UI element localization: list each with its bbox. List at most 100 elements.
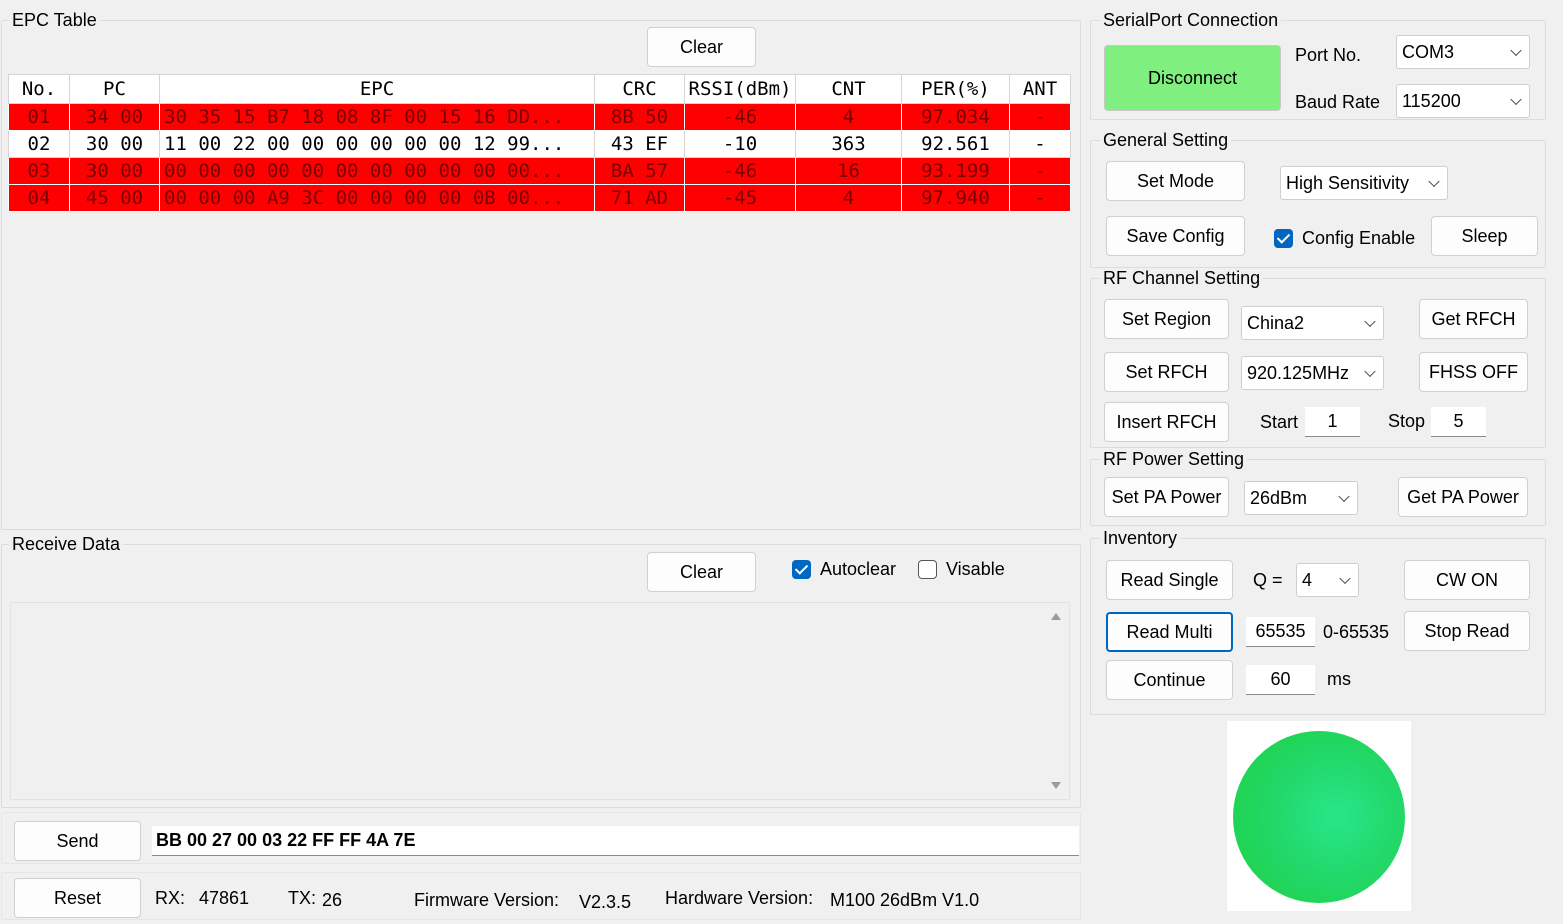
receive-scrollbar[interactable] — [1043, 603, 1069, 799]
pa-power-select[interactable]: 26dBm — [1244, 481, 1358, 515]
col-header-per[interactable]: PER(%) — [901, 74, 1010, 104]
baud-value: 115200 — [1402, 90, 1461, 111]
cell-per: 92.561 — [901, 130, 1010, 158]
cell-epc: 30 35 15 B7 18 08 8F 00 15 16 DD... — [159, 103, 595, 131]
cell-cnt: 4 — [795, 103, 902, 131]
continue-interval-input[interactable]: 60 — [1246, 665, 1315, 695]
cell-epc: 00 00 00 00 00 00 00 00 00 00 00... — [159, 157, 595, 185]
stop-read-button[interactable]: Stop Read — [1404, 611, 1530, 651]
col-header-ant[interactable]: ANT — [1009, 74, 1071, 104]
multi-count-input[interactable]: 65535 — [1246, 617, 1315, 647]
epc-clear-button[interactable]: Clear — [647, 27, 756, 67]
start-label: Start — [1260, 412, 1299, 432]
region-value: China2 — [1247, 312, 1305, 333]
set-pa-power-button[interactable]: Set PA Power — [1104, 477, 1229, 517]
cell-pc: 30 00 — [69, 130, 160, 158]
get-pa-power-button[interactable]: Get PA Power — [1398, 477, 1528, 517]
table-row[interactable]: 01 34 00 30 35 15 B7 18 08 8F 00 15 16 D… — [8, 103, 1071, 131]
cell-per: 93.199 — [901, 157, 1010, 185]
baud-select[interactable]: 115200 — [1396, 84, 1530, 118]
cell-crc: BA 57 — [594, 157, 685, 185]
tx-value: 26 — [322, 890, 343, 910]
baud-label: Baud Rate — [1295, 92, 1381, 112]
col-header-cnt[interactable]: CNT — [795, 74, 902, 104]
visable-checkbox[interactable] — [918, 560, 937, 579]
cell-epc: 00 00 00 A9 3C 00 00 00 00 0B 00... — [159, 184, 595, 212]
cell-no: 02 — [8, 130, 70, 158]
cell-crc: 43 EF — [594, 130, 685, 158]
continue-button[interactable]: Continue — [1106, 660, 1233, 700]
cell-pc: 30 00 — [69, 157, 160, 185]
cell-ant: - — [1009, 157, 1071, 185]
cell-no: 04 — [8, 184, 70, 212]
chevron-down-icon — [1338, 490, 1350, 503]
firmware-label: Firmware Version: — [414, 890, 560, 910]
receive-clear-button[interactable]: Clear — [647, 552, 756, 592]
get-rfch-button[interactable]: Get RFCH — [1419, 299, 1528, 339]
save-config-button[interactable]: Save Config — [1106, 216, 1245, 256]
set-region-button[interactable]: Set Region — [1104, 299, 1229, 339]
cell-crc: 8B 50 — [594, 103, 685, 131]
command-input[interactable]: BB 00 27 00 03 22 FF FF 4A 7E — [152, 826, 1079, 856]
tx-label: TX: — [288, 888, 317, 908]
chevron-down-icon — [1428, 175, 1440, 188]
cell-rssi: -46 — [684, 103, 796, 131]
cell-per: 97.940 — [901, 184, 1010, 212]
set-mode-button[interactable]: Set Mode — [1106, 161, 1245, 201]
q-label: Q = — [1253, 570, 1283, 590]
table-row[interactable]: 04 45 00 00 00 00 A9 3C 00 00 00 00 0B 0… — [8, 184, 1071, 212]
port-value: COM3 — [1402, 41, 1455, 62]
col-header-rssi[interactable]: RSSI(dBm) — [684, 74, 796, 104]
rf-channel-title: RF Channel Setting — [1100, 268, 1264, 289]
stop-label: Stop — [1388, 411, 1426, 431]
mode-value: High Sensitivity — [1286, 172, 1410, 193]
read-single-button[interactable]: Read Single — [1106, 560, 1233, 600]
config-enable-checkbox[interactable] — [1274, 229, 1293, 248]
cell-crc: 71 AD — [594, 184, 685, 212]
col-header-pc[interactable]: PC — [69, 74, 160, 104]
table-row[interactable]: 02 30 00 11 00 22 00 00 00 00 00 00 12 9… — [8, 130, 1071, 158]
hardware-value: M100 26dBm V1.0 — [830, 890, 980, 910]
connection-status-indicator — [1227, 721, 1411, 911]
firmware-value: V2.3.5 — [579, 892, 632, 912]
rfch-select[interactable]: 920.125MHz — [1241, 356, 1384, 390]
status-light-icon — [1233, 731, 1405, 903]
scroll-down-arrow-icon[interactable] — [1051, 782, 1061, 789]
receive-data-textarea[interactable] — [10, 602, 1070, 800]
mode-select[interactable]: High Sensitivity — [1280, 166, 1448, 200]
autoclear-checkbox[interactable] — [792, 560, 811, 579]
col-header-no[interactable]: No. — [8, 74, 70, 104]
rx-label: RX: — [155, 888, 186, 908]
visable-label: Visable — [946, 559, 1005, 579]
ms-label: ms — [1327, 669, 1351, 689]
config-enable-label: Config Enable — [1302, 228, 1416, 248]
col-header-crc[interactable]: CRC — [594, 74, 685, 104]
table-row[interactable]: 03 30 00 00 00 00 00 00 00 00 00 00 00 0… — [8, 157, 1071, 185]
insert-rfch-button[interactable]: Insert RFCH — [1104, 402, 1229, 442]
fhss-off-button[interactable]: FHSS OFF — [1419, 352, 1528, 392]
q-select[interactable]: 4 — [1296, 563, 1359, 597]
sleep-button[interactable]: Sleep — [1431, 216, 1538, 256]
disconnect-button[interactable]: Disconnect — [1104, 45, 1281, 111]
start-input[interactable]: 1 — [1305, 407, 1360, 437]
chevron-down-icon — [1364, 365, 1376, 378]
general-title: General Setting — [1100, 130, 1232, 151]
cell-no: 03 — [8, 157, 70, 185]
stop-input[interactable]: 5 — [1431, 407, 1486, 437]
region-select[interactable]: China2 — [1241, 306, 1384, 340]
send-button[interactable]: Send — [14, 821, 141, 861]
receive-data-title: Receive Data — [9, 534, 124, 555]
col-header-epc[interactable]: EPC — [159, 74, 595, 104]
read-multi-button[interactable]: Read Multi — [1106, 612, 1233, 652]
cw-on-button[interactable]: CW ON — [1404, 560, 1530, 600]
rfch-value: 920.125MHz — [1247, 362, 1350, 383]
hardware-label: Hardware Version: — [665, 888, 814, 908]
set-rfch-button[interactable]: Set RFCH — [1104, 352, 1229, 392]
scroll-up-arrow-icon[interactable] — [1051, 613, 1061, 620]
cell-no: 01 — [8, 103, 70, 131]
reset-button[interactable]: Reset — [14, 878, 141, 918]
cell-epc: 11 00 22 00 00 00 00 00 00 12 99... — [159, 130, 595, 158]
port-select[interactable]: COM3 — [1396, 35, 1530, 69]
chevron-down-icon — [1510, 93, 1522, 106]
cell-ant: - — [1009, 103, 1071, 131]
